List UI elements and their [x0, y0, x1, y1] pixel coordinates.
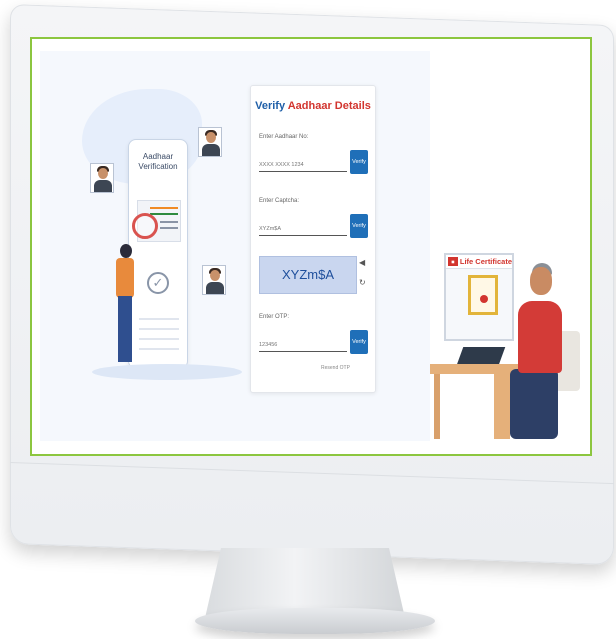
verify-otp-button[interactable]: Verify	[350, 330, 368, 354]
avatar-frame-bottom	[202, 265, 226, 295]
audio-icon[interactable]: ◀	[359, 258, 365, 267]
check-circle-icon: ✓	[147, 272, 169, 294]
life-certificate-screen: ◼ Life Certificate	[444, 253, 514, 341]
verify-captcha-button[interactable]: Verify	[350, 214, 368, 238]
otp-input[interactable]	[259, 338, 347, 352]
verify-aadhaar-button[interactable]: Verify	[350, 150, 368, 174]
refresh-icon[interactable]: ↻	[359, 278, 366, 287]
resend-otp-link[interactable]: Resend OTP	[321, 365, 350, 371]
bank-logo-icon: ◼	[448, 257, 458, 266]
monitor-screen: Aadhaar Verification ✓ Verify Aadhaar De…	[30, 37, 592, 456]
elderly-man-illustration	[518, 301, 562, 373]
laptop-illustration	[456, 347, 506, 365]
certificate-icon	[468, 275, 498, 315]
life-certificate-illustration: ◼ Life Certificate	[430, 239, 590, 439]
captcha-input[interactable]	[259, 222, 347, 236]
captcha-image: XYZm$A	[259, 256, 357, 294]
aadhaar-input[interactable]	[259, 158, 347, 172]
magnifier-icon	[132, 213, 158, 239]
monitor-chin-divider	[10, 462, 614, 485]
aadhaar-label: Enter Aadhaar No:	[259, 134, 309, 140]
illustration-ground	[92, 364, 242, 380]
monitor-stand-foot	[195, 608, 435, 634]
otp-label: Enter OTP:	[259, 314, 290, 320]
verify-form-card: Verify Aadhaar Details Enter Aadhaar No:…	[250, 85, 376, 393]
life-certificate-title: Life Certificate	[459, 257, 512, 266]
form-title-highlight: Aadhaar Details	[287, 100, 371, 112]
avatar-frame-top	[198, 127, 222, 157]
person-illustration	[110, 244, 140, 369]
captcha-label: Enter Captcha:	[259, 198, 300, 204]
form-title-verify: Verify	[255, 100, 286, 112]
phone-title: Aadhaar Verification	[138, 152, 178, 171]
form-title: Verify Aadhaar Details	[251, 100, 375, 112]
avatar-frame-left	[90, 163, 114, 193]
